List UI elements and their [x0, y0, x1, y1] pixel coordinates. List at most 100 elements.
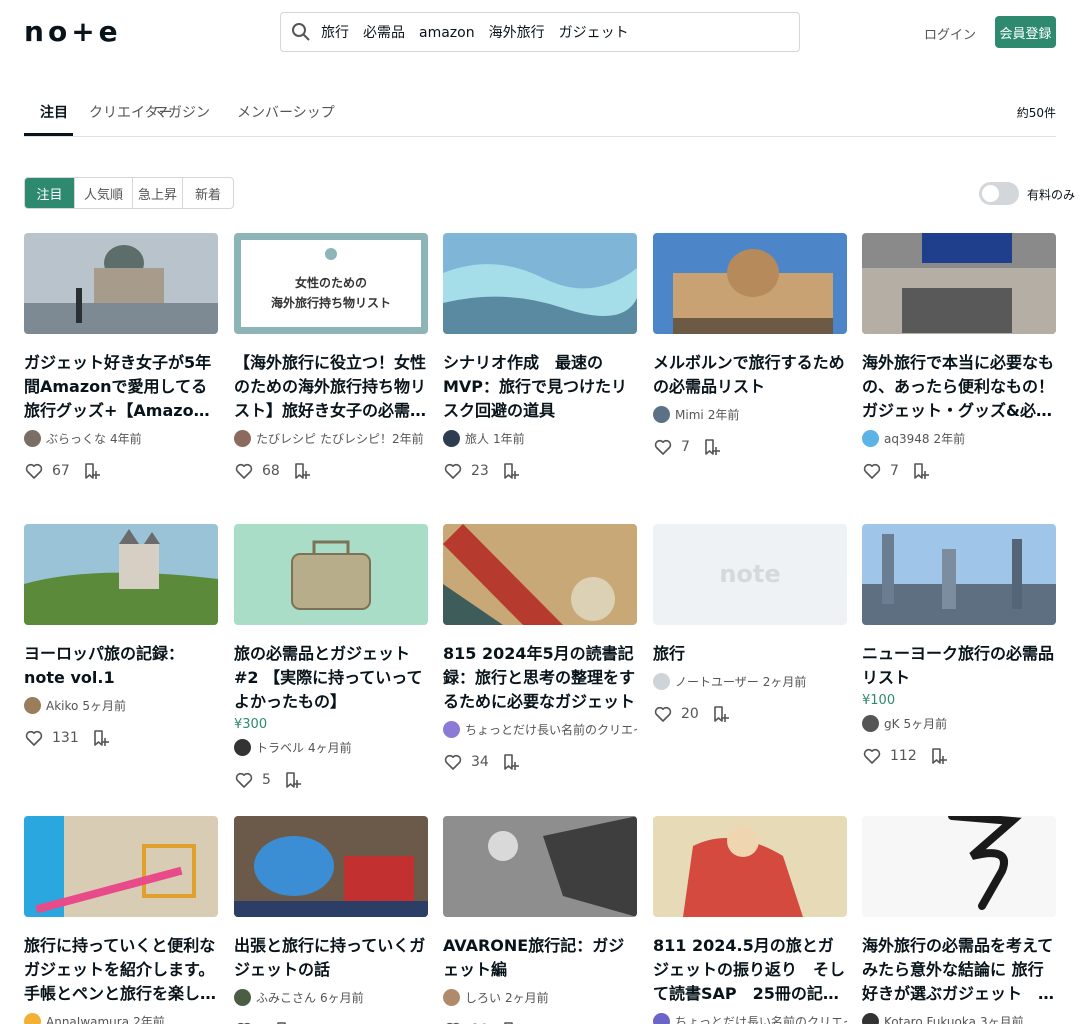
article-card[interactable]: ガジェット好き女子が5年間Amazonで愛用してる旅行グッズ+【Amazon購入… [24, 233, 218, 481]
note-logo[interactable]: n o + e [24, 18, 119, 46]
author-name: ふみこさん [256, 991, 317, 1005]
add-to-magazine-icon[interactable] [91, 728, 111, 748]
add-to-magazine-icon[interactable] [702, 437, 722, 457]
article-author[interactable]: aq3948 2年前 [862, 430, 1056, 447]
article-card[interactable]: 海外旅行の必需品を考えてみたら意外な結論に 旅行好きが選ぶガジェット これだけは… [862, 816, 1056, 1024]
article-title[interactable]: 815 2024年5月の読書記録：旅行と思考の整理をするために必要なガジェット [443, 642, 637, 714]
article-author[interactable]: ふみこさん 6ヶ月前 [234, 989, 428, 1006]
heart-icon[interactable] [234, 770, 254, 790]
signup-button[interactable]: 会員登録 [995, 16, 1056, 48]
article-thumbnail[interactable] [24, 524, 218, 625]
article-author[interactable]: 旅人 1年前 [443, 430, 637, 447]
article-thumbnail[interactable] [234, 816, 428, 917]
article-title[interactable]: 海外旅行で本当に必要なもの、あったら便利なもの！ガジェット・グッズ&必需品 [862, 351, 1056, 423]
add-to-magazine-icon[interactable] [501, 461, 521, 481]
paid-only-toggle[interactable] [979, 182, 1019, 205]
tab-magazines[interactable]: マガジン [154, 102, 210, 122]
article-title[interactable]: AVARONE旅行記：ガジェット編 [443, 934, 637, 982]
article-card[interactable]: AVARONE旅行記：ガジェット編しろい2ヶ月前 10 [443, 816, 637, 1024]
heart-icon[interactable] [862, 461, 882, 481]
search-box[interactable] [280, 12, 800, 52]
article-thumbnail[interactable] [862, 233, 1056, 334]
article-title[interactable]: 旅行に持っていくと便利なガジェットを紹介します。手帳とペンと旅行を楽しむ7選！ [24, 934, 218, 1006]
add-to-magazine-icon[interactable] [82, 461, 102, 481]
heart-icon[interactable] [234, 1020, 254, 1024]
article-thumbnail[interactable]: note [653, 524, 847, 625]
article-author[interactable]: ぶらっくな 4年前 [24, 430, 218, 447]
add-to-magazine-icon[interactable] [292, 461, 312, 481]
article-title[interactable]: ニューヨーク旅行の必需品リスト [862, 642, 1056, 690]
article-author[interactable]: しろい 2ヶ月前 [443, 989, 637, 1006]
add-to-magazine-icon[interactable] [501, 1020, 521, 1024]
heart-icon[interactable] [443, 1020, 463, 1024]
article-thumbnail[interactable]: 女性のための 海外旅行持ち物リスト [234, 233, 428, 334]
heart-icon[interactable] [443, 752, 463, 772]
article-card[interactable]: 海外旅行で本当に必要なもの、あったら便利なもの！ガジェット・グッズ&必需品 aq3… [862, 233, 1056, 481]
heart-icon[interactable] [24, 461, 44, 481]
article-title[interactable]: 出張と旅行に持っていくガジェットの話 [234, 934, 428, 982]
article-author[interactable]: gK 5ヶ月前 [862, 715, 1056, 732]
article-author[interactable]: ちょっとだけ長い名前のクリエイター3ヶ月前 [653, 1013, 847, 1024]
sort-new[interactable]: 新着 [183, 178, 233, 208]
sort-rising[interactable]: 急上昇 [133, 178, 183, 208]
article-thumbnail[interactable] [24, 816, 218, 917]
article-thumbnail[interactable] [862, 816, 1056, 917]
heart-icon[interactable] [234, 461, 254, 481]
article-thumbnail[interactable] [653, 816, 847, 917]
heart-icon[interactable] [653, 704, 673, 724]
article-card[interactable]: メルボルンで旅行するための必需品リスト Mimi 2年前 7 [653, 233, 847, 457]
add-to-magazine-icon[interactable] [911, 461, 931, 481]
add-to-magazine-icon[interactable] [929, 746, 949, 766]
article-card[interactable]: 旅の必需品とガジェット #2 【実際に持っていってよかったもの】 ¥300 トラベル… [234, 524, 428, 790]
article-card[interactable]: ニューヨーク旅行の必需品リスト ¥100 gK 5ヶ月前 112 [862, 524, 1056, 766]
article-card[interactable]: 女性のための 海外旅行持ち物リスト【海外旅行に役立つ！女性のための海外旅行持ち物リ… [234, 233, 428, 481]
post-time: 4年前 [110, 432, 142, 446]
article-author[interactable]: Akiko 5ヶ月前 [24, 697, 218, 714]
article-card[interactable]: 旅行に持っていくと便利なガジェットを紹介します。手帳とペンと旅行を楽しむ7選！ A… [24, 816, 218, 1024]
heart-icon[interactable] [862, 746, 882, 766]
article-card[interactable]: 出張と旅行に持っていくガジェットの話ふみこさん 6ヶ月前 [234, 816, 428, 1024]
add-to-magazine-icon[interactable] [711, 704, 731, 724]
add-to-magazine-icon[interactable] [274, 1020, 294, 1024]
article-thumbnail[interactable] [653, 233, 847, 334]
article-thumbnail[interactable] [234, 524, 428, 625]
article-title[interactable]: 旅の必需品とガジェット #2 【実際に持っていってよかったもの】 [234, 642, 428, 714]
add-to-magazine-icon[interactable] [283, 770, 303, 790]
article-author[interactable]: ノートユーザー 2ヶ月前 [653, 673, 847, 690]
article-card[interactable]: ヨーロッパ旅の記録：note vol.1 Akiko 5ヶ月前 131 [24, 524, 218, 748]
tab-featured[interactable]: 注目 [40, 102, 68, 122]
article-title[interactable]: 【海外旅行に役立つ！女性のための海外旅行持ち物リスト】旅好き女子の必需品をご紹介 [234, 351, 428, 423]
heart-icon[interactable] [653, 437, 673, 457]
article-author[interactable]: トラベル 4ヶ月前 [234, 739, 428, 756]
article-card[interactable]: note 旅行 ノートユーザー 2ヶ月前 20 [653, 524, 847, 724]
article-title[interactable]: メルボルンで旅行するための必需品リスト [653, 351, 847, 399]
article-title[interactable]: 海外旅行の必需品を考えてみたら意外な結論に 旅行好きが選ぶガジェット これだけは… [862, 934, 1056, 1006]
article-title[interactable]: 旅行 [653, 642, 847, 666]
post-time: 2ヶ月前 [505, 991, 549, 1005]
article-title[interactable]: ガジェット好き女子が5年間Amazonで愛用してる旅行グッズ+【Amazon購入… [24, 351, 218, 423]
article-author[interactable]: たびレシピ たびレシピ！2年前 [234, 430, 428, 447]
tab-memberships[interactable]: メンバーシップ [237, 102, 335, 122]
article-thumbnail[interactable] [443, 233, 637, 334]
add-to-magazine-icon[interactable] [501, 752, 521, 772]
article-author[interactable]: Mimi 2年前 [653, 406, 847, 423]
article-card[interactable]: 815 2024年5月の読書記録：旅行と思考の整理をするために必要なガジェットち… [443, 524, 637, 772]
article-title[interactable]: 811 2024.5月の旅とガジェットの振り返り そして読書SAP 25冊の記録… [653, 934, 847, 1006]
article-title[interactable]: シナリオ作成 最速のMVP：旅行で見つけたリスク回避の道具 [443, 351, 637, 423]
heart-icon[interactable] [443, 461, 463, 481]
sort-featured[interactable]: 注目 [25, 178, 75, 208]
article-thumbnail[interactable] [443, 524, 637, 625]
article-thumbnail[interactable] [24, 233, 218, 334]
article-author[interactable]: AnnaIwamura 2年前 [24, 1013, 218, 1024]
article-thumbnail[interactable] [862, 524, 1056, 625]
article-title[interactable]: ヨーロッパ旅の記録：note vol.1 [24, 642, 218, 690]
search-input[interactable] [321, 24, 791, 40]
sort-popular[interactable]: 人気順 [75, 178, 133, 208]
article-card[interactable]: シナリオ作成 最速のMVP：旅行で見つけたリスク回避の道具 旅人 1年前 23 [443, 233, 637, 481]
article-author[interactable]: Kotaro Fukuoka 3ヶ月前 [862, 1013, 1056, 1024]
heart-icon[interactable] [24, 728, 44, 748]
article-thumbnail[interactable] [443, 816, 637, 917]
login-link[interactable]: ログイン [924, 24, 976, 43]
article-card[interactable]: 811 2024.5月の旅とガジェットの振り返り そして読書SAP 25冊の記録… [653, 816, 847, 1024]
article-author[interactable]: ちょっとだけ長い名前のクリエイターです3ヶ月前 [443, 721, 637, 738]
